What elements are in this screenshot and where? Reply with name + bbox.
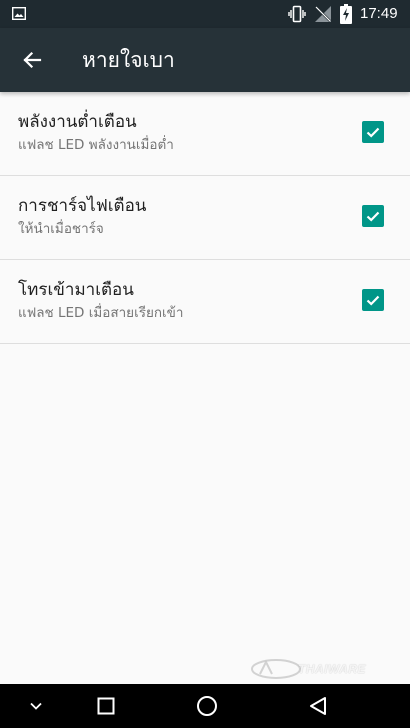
- setting-title: การชาร์จไฟเตือน: [18, 196, 147, 216]
- watermark-text: THAIWARE: [298, 662, 366, 676]
- chevron-down-icon: [30, 702, 42, 710]
- vibrate-icon: [288, 5, 306, 23]
- setting-title: โทรเข้ามาเตือน: [18, 280, 134, 300]
- setting-summary: แฟลช LED พลังงานเมื่อต่ำ: [18, 137, 174, 153]
- gallery-icon: [12, 7, 26, 20]
- recents-icon: [97, 697, 115, 715]
- page-title: หายใจเบา: [82, 48, 175, 72]
- arrow-left-icon: [23, 51, 42, 69]
- battery-charging-icon: [340, 4, 352, 24]
- check-icon: [366, 295, 380, 306]
- home-icon: [197, 696, 217, 716]
- app-bar: หายใจเบา: [0, 28, 410, 92]
- nav-back-button[interactable]: [290, 684, 346, 728]
- setting-charging-alert[interactable]: การชาร์จไฟเตือน ให้นำเมื่อชาร์จ: [0, 176, 410, 260]
- status-bar: 17:49: [0, 0, 410, 28]
- back-triangle-icon: [310, 697, 326, 715]
- no-signal-icon: [315, 6, 331, 22]
- setting-incoming-call-alert[interactable]: โทรเข้ามาเตือน แฟลช LED เมื่อสายเรียกเข้…: [0, 260, 410, 344]
- setting-summary: แฟลช LED เมื่อสายเรียกเข้า: [18, 305, 184, 321]
- charging-checkbox[interactable]: [362, 205, 384, 227]
- back-button[interactable]: [10, 38, 54, 82]
- watermark-logo: [251, 659, 301, 679]
- low-battery-checkbox[interactable]: [362, 121, 384, 143]
- settings-list: พลังงานต่ำเตือน แฟลช LED พลังงานเมื่อต่ำ…: [0, 92, 410, 344]
- collapse-button[interactable]: [8, 684, 64, 728]
- recents-button[interactable]: [78, 684, 134, 728]
- watermark: THAIWARE: [250, 658, 410, 682]
- status-time: 17:49: [360, 5, 398, 22]
- check-icon: [366, 211, 380, 222]
- check-icon: [366, 127, 380, 138]
- setting-low-battery-alert[interactable]: พลังงานต่ำเตือน แฟลช LED พลังงานเมื่อต่ำ: [0, 92, 410, 176]
- home-button[interactable]: [179, 684, 235, 728]
- navigation-bar: [0, 684, 410, 728]
- setting-summary: ให้นำเมื่อชาร์จ: [18, 221, 104, 237]
- setting-title: พลังงานต่ำเตือน: [18, 112, 137, 132]
- incoming-call-checkbox[interactable]: [362, 289, 384, 311]
